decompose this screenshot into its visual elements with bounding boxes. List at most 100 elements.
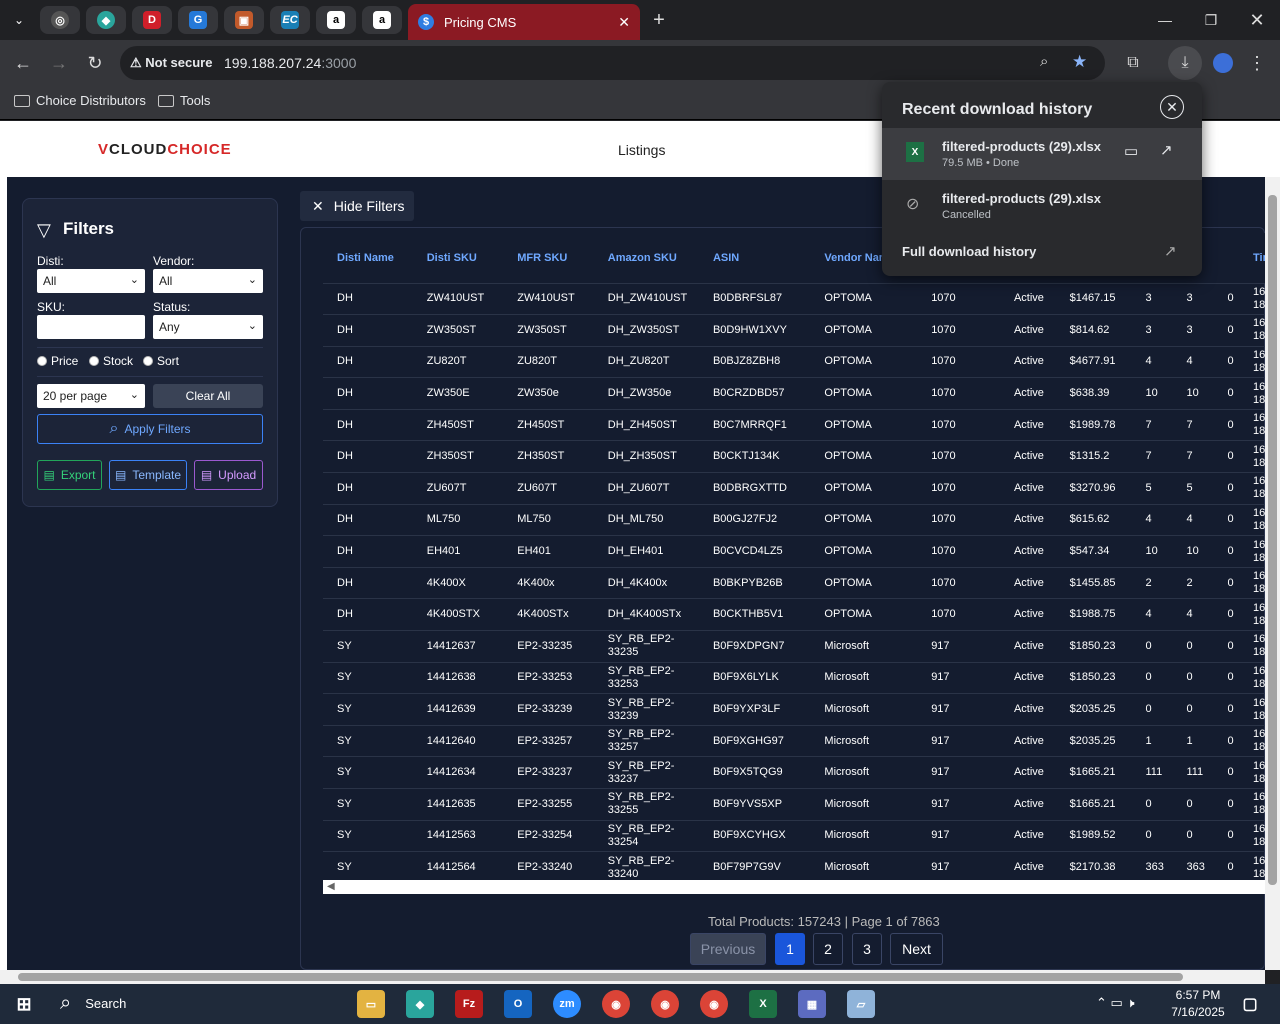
template-button[interactable]: ▤ Template [109, 460, 187, 490]
pinned-tab-7[interactable]: a [316, 6, 356, 34]
per-page-select[interactable]: 20 per page ⌄ [37, 384, 145, 408]
clear-all-button[interactable]: Clear All [153, 384, 263, 408]
chrome-icon[interactable]: ◉ [651, 990, 679, 1018]
tab-pricing-cms[interactable]: $ Pricing CMS ✕ [408, 4, 640, 40]
hide-filters-button[interactable]: ✕ Hide Filters [300, 191, 414, 221]
status-select[interactable]: Any ⌄ [153, 315, 263, 339]
table-row[interactable]: DH 4K400STX 4K400STx DH_4K400STx B0CKTHB5V1 O… [323, 598, 1266, 631]
pinned-tab-2[interactable]: ◆ [86, 6, 126, 34]
vendor-select[interactable]: All ⌄ [153, 269, 263, 293]
table-row[interactable]: DH ZU607T ZU607T DH_ZU607T B0DBRGXTTD OPTOMA 1… [323, 472, 1266, 505]
address-bar[interactable]: ⚠ Not secure 199.188.207.24:3000 ⌕ ★ [120, 46, 1105, 80]
file-explorer-icon[interactable]: ▭ [357, 990, 385, 1018]
column-header[interactable]: MFR SKU [503, 233, 594, 283]
taskbar-clock[interactable]: 6:57 PM 7/16/2025 [1168, 988, 1228, 1019]
disti-select[interactable]: All ⌄ [37, 269, 145, 293]
scroll-thumb[interactable] [18, 973, 1183, 981]
restore-button[interactable]: ❐ [1188, 0, 1234, 40]
calculator-icon[interactable]: ▦ [798, 990, 826, 1018]
excel-icon[interactable]: X [749, 990, 777, 1018]
column-header[interactable] [1213, 233, 1239, 283]
open-external-icon[interactable]: ↗ [1160, 141, 1173, 159]
table-row[interactable]: SY 14412564 EP2-33240 SY_RB_EP2-33240 B0F79P… [323, 851, 1266, 878]
apply-filters-button[interactable]: ⌕ Apply Filters [37, 414, 263, 444]
column-header[interactable]: Disti SKU [412, 233, 504, 283]
page-1-button[interactable]: 1 [775, 933, 805, 965]
zoom-icon[interactable]: ⌕ [1040, 53, 1048, 70]
download-icon[interactable]: ⤓ [1168, 46, 1202, 80]
bookmark-choice-distributors[interactable]: Choice Distributors [14, 93, 146, 108]
nav-listings-link[interactable]: Listings [618, 142, 665, 158]
page-2-button[interactable]: 2 [813, 933, 843, 965]
back-button[interactable]: ← [8, 48, 38, 78]
table-row[interactable]: DH ZW350ST ZW350ST DH_ZW350ST B0D9HW1XVY OPTO… [323, 314, 1266, 347]
previous-button[interactable]: Previous [690, 933, 766, 965]
table-row[interactable]: DH ML750 ML750 DH_ML750 B00GJ27FJ2 OPTOMA 1070… [323, 503, 1266, 536]
extensions-icon[interactable]: ⧉ [1118, 48, 1148, 78]
table-row[interactable]: SY 14412637 EP2-33235 SY_RB_EP2-33235 B0F9XD… [323, 630, 1266, 663]
pinned-tab-5[interactable]: ▣ [224, 6, 264, 34]
tray-icons[interactable]: ⌃ ▭ 🕨 [1096, 995, 1135, 1011]
filezilla-icon[interactable]: Fz [455, 990, 483, 1018]
new-tab-button[interactable]: + [636, 0, 682, 40]
minimize-button[interactable]: — [1142, 0, 1188, 40]
outlook-icon[interactable]: O [504, 990, 532, 1018]
table-row[interactable]: SY 14412635 EP2-33255 SY_RB_EP2-33255 B0F9YV… [323, 788, 1266, 821]
pinned-tab-6[interactable]: EC [270, 6, 310, 34]
tab-search-button[interactable]: ⌄ [4, 6, 34, 34]
chrome-icon[interactable]: ◉ [602, 990, 630, 1018]
pinned-tab-1[interactable]: ◎ [40, 6, 80, 34]
page-3-button[interactable]: 3 [852, 933, 882, 965]
download-item[interactable]: X filtered-products (29).xlsx 79.5 MB • … [882, 128, 1202, 180]
folder-icon[interactable]: ▭ [1124, 142, 1138, 160]
table-row[interactable]: DH ZH350ST ZH350ST DH_ZH350ST B0CKTJ134K OPTO… [323, 440, 1266, 473]
page-horizontal-scrollbar[interactable] [0, 970, 1265, 984]
table-row[interactable]: DH EH401 EH401 DH_EH401 B0CVCD4LZ5 OPTOMA 1070… [323, 535, 1266, 568]
table-row[interactable]: DH ZU820T ZU820T DH_ZU820T B0BJZ8ZBH8 OPTOMA 1… [323, 345, 1266, 378]
zoom-app-icon[interactable]: zm [553, 990, 581, 1018]
logo[interactable]: VCLOUDCHOICE [98, 141, 232, 158]
forward-button[interactable]: → [44, 48, 74, 78]
export-button[interactable]: ▤ Export [37, 460, 102, 490]
profile-avatar[interactable] [1208, 48, 1238, 78]
table-row[interactable]: DH ZW350E ZW350e DH_ZW350e B0CRZDBD57 OPTOMA 1… [323, 377, 1266, 410]
download-item[interactable]: ⊘ filtered-products (29).xlsx Cancelled [882, 180, 1202, 232]
not-secure-label[interactable]: ⚠ Not secure [130, 55, 212, 71]
table-scroll-area[interactable]: Disti Name Disti SKU MFR SKU Amazon SKU ASIN… [323, 233, 1266, 878]
taskbar-search[interactable]: ⌕ Search [60, 992, 126, 1015]
reload-button[interactable]: ↻ [80, 48, 110, 78]
menu-icon[interactable]: ⋮ [1242, 48, 1272, 78]
column-header[interactable]: ASIN [698, 233, 811, 283]
table-row[interactable]: DH 4K400X 4K400x DH_4K400x B0BKPYB26B OPTOMA 1… [323, 566, 1266, 599]
column-header[interactable]: Amazon SKU [593, 233, 699, 283]
table-row[interactable]: SY 14412638 EP2-33253 SY_RB_EP2-33253 B0F9X6… [323, 661, 1266, 694]
table-horizontal-scrollbar[interactable]: ◀ [323, 880, 1266, 894]
app-icon[interactable]: ▱ [847, 990, 875, 1018]
star-icon[interactable]: ★ [1072, 52, 1087, 72]
chrome-icon[interactable]: ◉ [700, 990, 728, 1018]
next-button[interactable]: Next [890, 933, 943, 965]
notifications-icon[interactable]: ▢ [1236, 990, 1264, 1018]
radio-stock[interactable]: Stock [89, 354, 133, 368]
table-row[interactable]: DH ZH450ST ZH450ST DH_ZH450ST B0C7MRRQF1 OPTO… [323, 408, 1266, 441]
column-header[interactable]: Time [1239, 233, 1266, 283]
close-icon[interactable]: ✕ [1160, 95, 1184, 119]
table-row[interactable]: SY 14412634 EP2-33237 SY_RB_EP2-33237 B0F9X5… [323, 756, 1266, 789]
pinned-tab-4[interactable]: G [178, 6, 218, 34]
column-header[interactable]: Disti Name [323, 233, 413, 283]
table-row[interactable]: SY 14412563 EP2-33254 SY_RB_EP2-33254 B0F9XC… [323, 819, 1266, 852]
app-icon[interactable]: ◆ [406, 990, 434, 1018]
radio-price[interactable]: Price [37, 354, 78, 368]
table-row[interactable]: DH ZW410UST ZW410UST DH_ZW410UST B0DBRFSL87 O… [323, 282, 1266, 315]
close-window-button[interactable]: ✕ [1234, 0, 1280, 40]
close-icon[interactable]: ✕ [618, 14, 630, 31]
pinned-tab-3[interactable]: D [132, 6, 172, 34]
table-row[interactable]: SY 14412639 EP2-33239 SY_RB_EP2-33239 B0F9YX… [323, 693, 1266, 726]
table-row[interactable]: SY 14412640 EP2-33257 SY_RB_EP2-33257 B0F9XG… [323, 724, 1266, 757]
bookmark-tools[interactable]: Tools [158, 93, 210, 108]
full-download-history-link[interactable]: Full download history [902, 244, 1036, 259]
windows-start-icon[interactable]: ⊞ [10, 990, 38, 1018]
scroll-thumb[interactable] [1268, 195, 1277, 885]
page-vertical-scrollbar[interactable] [1265, 177, 1280, 970]
pinned-tab-8[interactable]: a [362, 6, 402, 34]
